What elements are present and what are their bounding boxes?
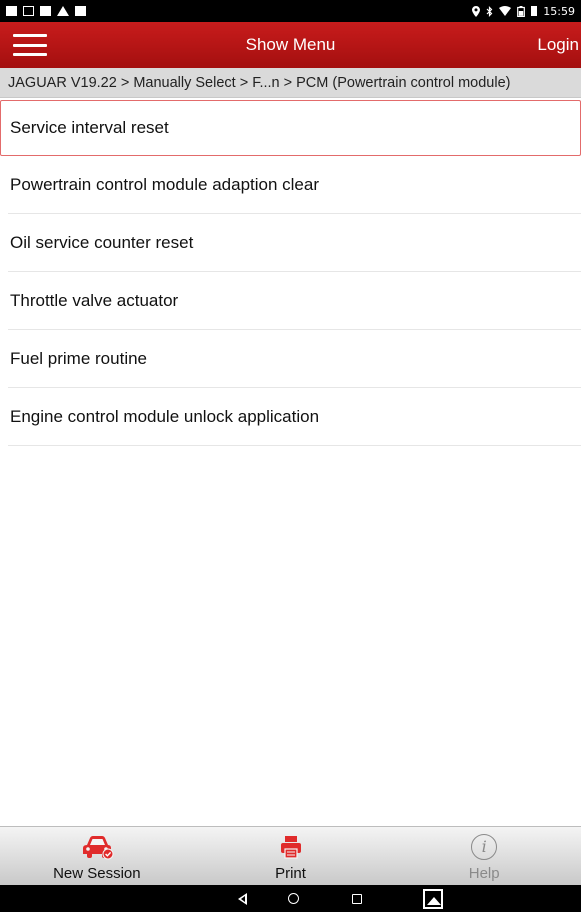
hamburger-icon (13, 34, 47, 56)
battery-level-icon (531, 6, 538, 16)
login-button[interactable]: Login (537, 22, 581, 68)
help-icon: i (471, 834, 498, 860)
gallery-button[interactable] (413, 885, 453, 912)
recent-apps-button[interactable] (337, 885, 377, 912)
status-bar: 15:59 (0, 0, 581, 22)
status-left-icons (6, 6, 86, 16)
home-button[interactable] (273, 885, 313, 912)
bottom-toolbar: New Session Print i Help (0, 826, 581, 885)
help-button[interactable]: i Help (387, 827, 581, 885)
print-label: Print (275, 865, 306, 882)
location-icon (472, 5, 481, 17)
home-icon (287, 893, 299, 904)
car-icon (80, 833, 114, 861)
help-icon-wrapper: i (467, 833, 501, 861)
back-button[interactable] (222, 885, 262, 912)
notification-icon (6, 6, 17, 16)
app-bar: Show Menu Login (0, 22, 581, 68)
app-title: Show Menu (245, 35, 336, 54)
status-right-icons: 15:59 (472, 5, 575, 18)
printer-icon (274, 833, 308, 861)
wifi-icon (499, 6, 512, 16)
warning-icon (57, 6, 69, 16)
help-label: Help (468, 865, 500, 882)
menu-item-oil-service-counter-reset[interactable]: Oil service counter reset (8, 214, 581, 272)
gallery-icon (423, 888, 443, 909)
menu-item-fuel-prime-routine[interactable]: Fuel prime routine (8, 330, 581, 388)
back-icon (237, 892, 247, 905)
recent-apps-icon (352, 893, 362, 904)
menu-item-throttle-valve-actuator[interactable]: Throttle valve actuator (8, 272, 581, 330)
battery-icon (517, 5, 526, 17)
new-session-label: New Session (53, 865, 141, 882)
menu-item-ecm-unlock-application[interactable]: Engine control module unlock application (8, 388, 581, 446)
breadcrumb: JAGUAR V19.22 > Manually Select > F...n … (0, 68, 581, 98)
print-button[interactable]: Print (194, 827, 388, 885)
sim-icon (23, 6, 34, 16)
bluetooth-icon (486, 5, 493, 17)
system-nav-bar (0, 885, 581, 912)
menu-button[interactable] (0, 22, 60, 68)
new-session-button[interactable]: New Session (0, 827, 194, 885)
menu-item-service-interval-reset[interactable]: Service interval reset (0, 100, 581, 156)
menu-item-pcm-adaption-clear[interactable]: Powertrain control module adaption clear (8, 156, 581, 214)
notification-icon (75, 6, 86, 16)
function-menu-list: Service interval reset Powertrain contro… (0, 100, 581, 446)
status-time: 15:59 (543, 4, 575, 18)
square-icon (40, 6, 51, 16)
